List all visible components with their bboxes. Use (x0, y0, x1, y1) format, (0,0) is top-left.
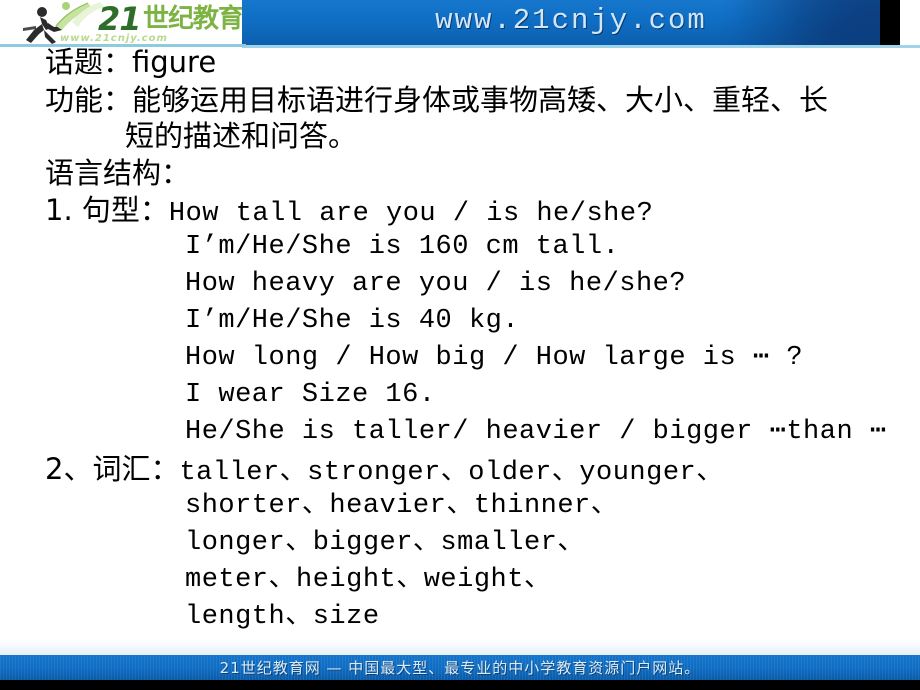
vocab-line-3: longer、bigger、smaller、 (185, 528, 585, 558)
slide-content: 话题：figure 功能：能够运用目标语进行身体或事物高矮、大小、重轻、长 短的… (0, 44, 920, 644)
footer-text: 21世纪教育网 — 中国最大型、最专业的中小学教育资源门户网站。 (219, 659, 701, 677)
vocab-label-cn: 2、词汇： (45, 452, 180, 486)
pattern-line-6: I wear Size 16. (185, 380, 436, 410)
bottom-fade (0, 640, 920, 655)
vocab-label-en: taller、stronger、older、younger、 (179, 458, 724, 488)
logo-url-text: www.21cnjy.com (60, 33, 168, 44)
function-line-1: 功能：能够运用目标语进行身体或事物高矮、大小、重轻、长 (45, 83, 829, 117)
logo-number: 21 (98, 0, 142, 38)
top-banner: 21 世纪教育 www.21cnjy.com www.21cnjy.com (0, 0, 920, 48)
banner-site-url: www.21cnjy.com (435, 4, 707, 37)
function-line-2: 短的描述和问答。 (125, 119, 358, 153)
banner-blue-bar: www.21cnjy.com (242, 0, 900, 45)
pattern-label-cn: 1. 句型： (45, 193, 169, 227)
presentation-slide: 21 世纪教育 www.21cnjy.com www.21cnjy.com 话题… (0, 0, 920, 690)
vocab-line-2: shorter、heavier、thinner、 (185, 491, 619, 521)
pattern-line-7: He/She is taller/ heavier / bigger ⋯than… (185, 417, 887, 447)
pattern-label-line: 1. 句型：How tall are you / is he/she? (45, 194, 653, 230)
topic-line: 话题：figure (45, 45, 217, 79)
pattern-line-3: How heavy are you / is he/she? (185, 269, 687, 299)
site-logo: 21 世纪教育 www.21cnjy.com (8, 0, 244, 46)
structure-line: 语言结构： (45, 156, 191, 190)
pattern-label-en: How tall are you / is he/she? (168, 199, 654, 229)
vocab-label-line: 2、词汇：taller、stronger、older、younger、 (45, 453, 724, 489)
pattern-line-2: I’m/He/She is 160 cm tall. (185, 232, 620, 262)
bottom-black-strip (0, 680, 920, 690)
logo-chinese-name: 世纪教育 (143, 4, 244, 34)
pattern-line-5: How long / How big / How large is ⋯ ? (185, 343, 804, 373)
vocab-line-5: length、size (185, 602, 380, 632)
footer-banner: 21世纪教育网 — 中国最大型、最专业的中小学教育资源门户网站。 (0, 655, 920, 680)
pattern-line-4: I’m/He/She is 40 kg. (185, 306, 520, 336)
vocab-line-4: meter、height、weight、 (185, 565, 552, 595)
